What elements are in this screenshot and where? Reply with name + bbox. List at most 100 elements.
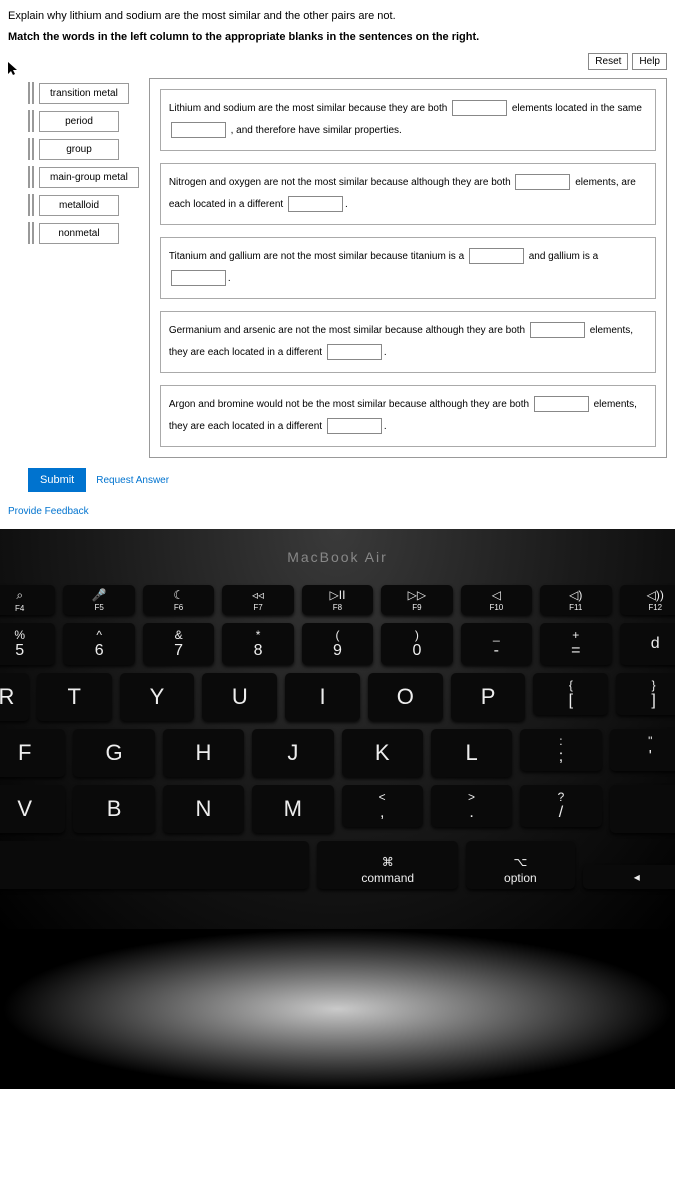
sentence-4: Germanium and arsenic are not the most s… [160, 311, 656, 373]
key-i: I [285, 673, 360, 721]
key-j: J [252, 729, 333, 777]
blank-dropzone[interactable] [534, 396, 589, 412]
blank-dropzone[interactable] [171, 122, 226, 138]
key-equals: += [540, 623, 611, 665]
mic-icon: 🎤 [92, 588, 107, 602]
mute-icon: ◁ [492, 588, 501, 602]
key-command: ⌘command [317, 841, 458, 889]
key-period: >. [431, 785, 512, 827]
provide-feedback-link[interactable]: Provide Feedback [8, 502, 667, 521]
key-arrow-left: ◂ [583, 865, 675, 889]
key-slash: ?/ [520, 785, 601, 827]
key-f10: ◁F10 [461, 585, 532, 615]
keyboard: MacBook Air ⌕F4 🎤F5 ☾F6 ◃◃F7 ▷IIF8 ▷▷F9 … [0, 529, 675, 929]
key-f5: 🎤F5 [63, 585, 134, 615]
blank-dropzone[interactable] [327, 418, 382, 434]
key-8: *8 [222, 623, 293, 665]
submit-button[interactable]: Submit [28, 468, 86, 492]
key-option: ⌥option [466, 841, 574, 889]
key-m: M [252, 785, 333, 833]
reset-button[interactable]: Reset [588, 53, 628, 70]
key-h: H [163, 729, 244, 777]
word-chip[interactable]: main-group metal [39, 167, 139, 188]
key-v: V [0, 785, 65, 833]
key-u: U [202, 673, 277, 721]
key-f12: ◁))F12 [620, 585, 675, 615]
key-f6: ☾F6 [143, 585, 214, 615]
blank-dropzone[interactable] [327, 344, 382, 360]
request-answer-link[interactable]: Request Answer [96, 475, 169, 486]
prev-icon: ◃◃ [252, 588, 264, 602]
blank-dropzone[interactable] [171, 270, 226, 286]
key-f7: ◃◃F7 [222, 585, 293, 615]
sentence-5: Argon and bromine would not be the most … [160, 385, 656, 447]
next-icon: ▷▷ [408, 588, 426, 602]
key-l: L [431, 729, 512, 777]
blank-dropzone[interactable] [452, 100, 507, 116]
drag-handle-icon[interactable] [28, 194, 36, 216]
key-b: B [73, 785, 154, 833]
drag-handle-icon[interactable] [28, 166, 36, 188]
word-chip[interactable]: group [39, 139, 119, 160]
key-k: K [342, 729, 423, 777]
key-minus: _- [461, 623, 532, 665]
key-f: F [0, 729, 65, 777]
volume-down-icon: ◁) [569, 588, 582, 602]
key-r: R [0, 673, 29, 721]
drag-handle-icon[interactable] [28, 222, 36, 244]
sentence-area: Lithium and sodium are the most similar … [149, 78, 667, 458]
key-5: %5 [0, 623, 55, 665]
key-space [0, 841, 309, 889]
key-g: G [73, 729, 154, 777]
key-y: Y [120, 673, 195, 721]
key-comma: <, [342, 785, 423, 827]
sentence-2: Nitrogen and oxygen are not the most sim… [160, 163, 656, 225]
key-7: &7 [143, 623, 214, 665]
key-6: ^6 [63, 623, 134, 665]
word-list: transition metal period group main-group… [8, 78, 139, 458]
key-n: N [163, 785, 244, 833]
word-chip[interactable]: period [39, 111, 119, 132]
key-o: O [368, 673, 443, 721]
sentence-3: Titanium and gallium are not the most si… [160, 237, 656, 299]
drag-handle-icon[interactable] [28, 82, 36, 104]
volume-up-icon: ◁)) [647, 588, 664, 602]
blank-dropzone[interactable] [530, 322, 585, 338]
key-0: )0 [381, 623, 452, 665]
key-shift [610, 785, 675, 833]
desk-shadow [0, 929, 675, 1089]
macbook-label: MacBook Air [0, 549, 675, 565]
drag-handle-icon[interactable] [28, 138, 36, 160]
word-chip[interactable]: transition metal [39, 83, 129, 104]
cursor-icon [8, 62, 18, 76]
instruction-line-2: Match the words in the left column to th… [8, 29, 667, 46]
key-semicolon: :; [520, 729, 601, 771]
blank-dropzone[interactable] [469, 248, 524, 264]
help-button[interactable]: Help [632, 53, 667, 70]
key-bracket-left: {[ [533, 673, 608, 715]
key-9: (9 [302, 623, 373, 665]
key-f11: ◁)F11 [540, 585, 611, 615]
key-p: P [451, 673, 526, 721]
key-bracket-right: }] [616, 673, 675, 715]
key-quote: "' [610, 729, 675, 771]
instruction-line-1: Explain why lithium and sodium are the m… [8, 8, 667, 25]
key-delete: d [620, 623, 675, 665]
option-icon: ⌥ [513, 855, 527, 869]
key-f9: ▷▷F9 [381, 585, 452, 615]
exercise-panel: Explain why lithium and sodium are the m… [0, 0, 675, 529]
sentence-1: Lithium and sodium are the most similar … [160, 89, 656, 151]
play-pause-icon: ▷II [330, 588, 346, 602]
command-icon: ⌘ [382, 855, 394, 869]
moon-icon: ☾ [173, 588, 184, 602]
key-f4: ⌕F4 [0, 585, 55, 615]
word-chip[interactable]: nonmetal [39, 223, 119, 244]
word-chip[interactable]: metalloid [39, 195, 119, 216]
search-icon: ⌕ [16, 588, 23, 603]
key-t: T [37, 673, 112, 721]
drag-handle-icon[interactable] [28, 110, 36, 132]
blank-dropzone[interactable] [515, 174, 570, 190]
instructions: Explain why lithium and sodium are the m… [8, 8, 667, 45]
blank-dropzone[interactable] [288, 196, 343, 212]
key-f8: ▷IIF8 [302, 585, 373, 615]
